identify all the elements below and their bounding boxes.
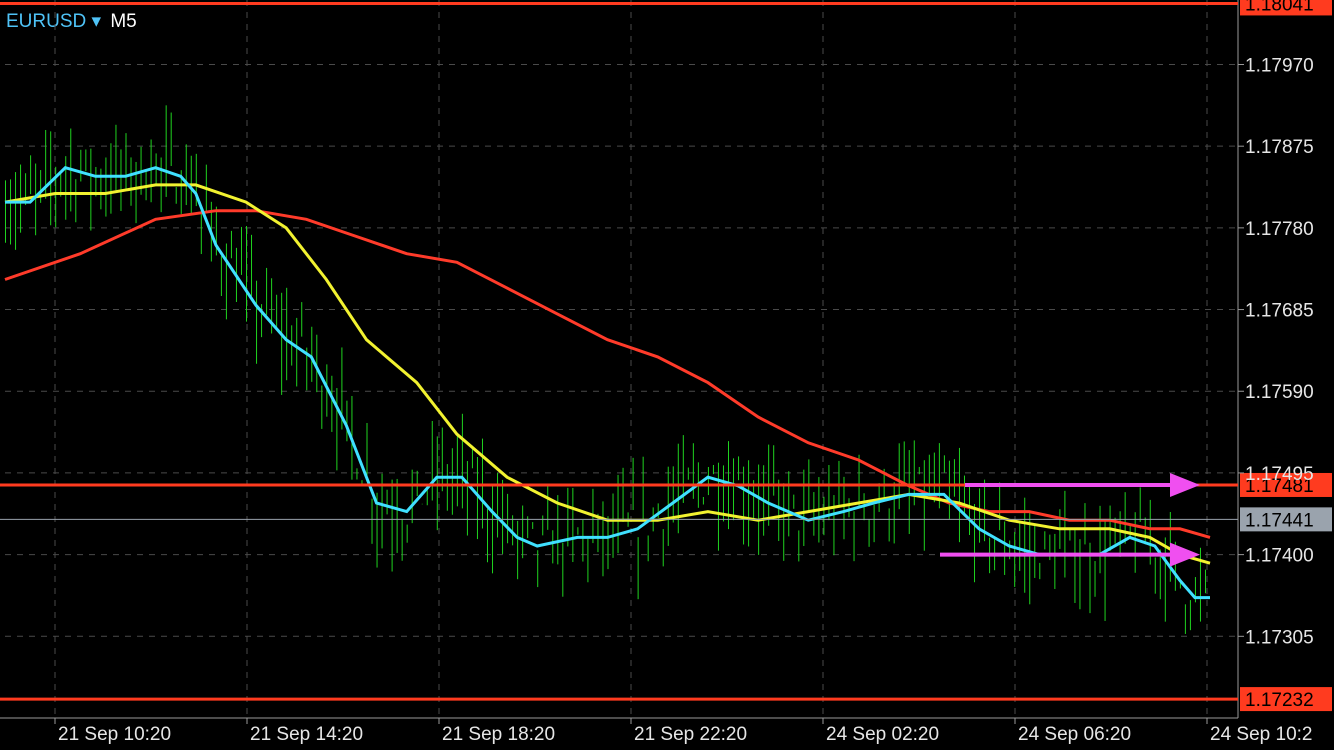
price-axis[interactable]: 1.17970 1.17875 1.17780 1.17685 1.17590 1.174…: [1238, 55, 1314, 648]
y-tick-label-6: 1.17400: [1245, 546, 1314, 567]
arrow-head-icon[interactable]: [1170, 472, 1200, 497]
x-tick-label-6: 24 Sep 10:2: [1210, 724, 1312, 745]
y-tick-label-0: 1.17970: [1245, 55, 1314, 76]
chart-grid: [0, 0, 1239, 719]
x-tick-label-4: 24 Sep 02:20: [826, 724, 939, 745]
y-tick-label-7: 1.17305: [1245, 627, 1314, 648]
y-tick-label-2: 1.17780: [1245, 219, 1314, 240]
arrow-head-icon[interactable]: [1170, 542, 1200, 567]
time-axis[interactable]: 21 Sep 10:20 21 Sep 14:20 21 Sep 18:20 21 S…: [54, 718, 1312, 745]
price-chart[interactable]: 1.180411.174811.172321.17441 1.179701.17…: [0, 0, 1334, 750]
x-tick-label-1: 21 Sep 14:20: [250, 724, 363, 745]
x-tick-label-0: 21 Sep 10:20: [58, 724, 171, 745]
x-tick-label-3: 21 Sep 22:20: [634, 724, 747, 745]
y-tick-label-1: 1.17875: [1245, 137, 1314, 158]
price-box-label-2: 1.17232: [1245, 690, 1314, 711]
x-tick-label-2: 21 Sep 18:20: [442, 724, 555, 745]
y-tick-label-3: 1.17685: [1245, 301, 1314, 322]
price-box-label-0: 1.18041: [1245, 0, 1314, 15]
horizontal-lines[interactable]: 1.180411.174811.172321.17441: [0, 0, 1332, 712]
current-price-label: 1.17441: [1245, 510, 1314, 531]
ma-mid-line: [4, 183, 1211, 565]
x-tick-label-5: 24 Sep 06:20: [1018, 724, 1131, 745]
y-tick-label-4: 1.17590: [1245, 382, 1314, 403]
ma-slow-line: [4, 209, 1211, 539]
y-tick-label-5: 1.17495: [1245, 464, 1314, 485]
